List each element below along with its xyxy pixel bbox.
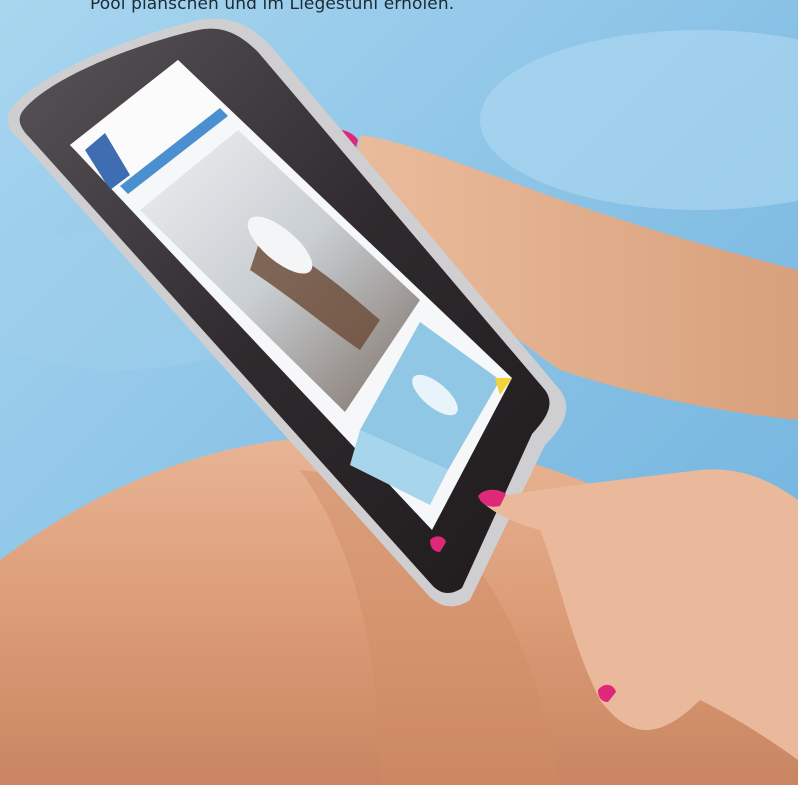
- photo-caption: Pool planschen und im Liegestuhl erholen…: [90, 0, 455, 14]
- photo-illustration: [0, 0, 798, 785]
- photo-scene: Pool planschen und im Liegestuhl erholen…: [0, 0, 798, 785]
